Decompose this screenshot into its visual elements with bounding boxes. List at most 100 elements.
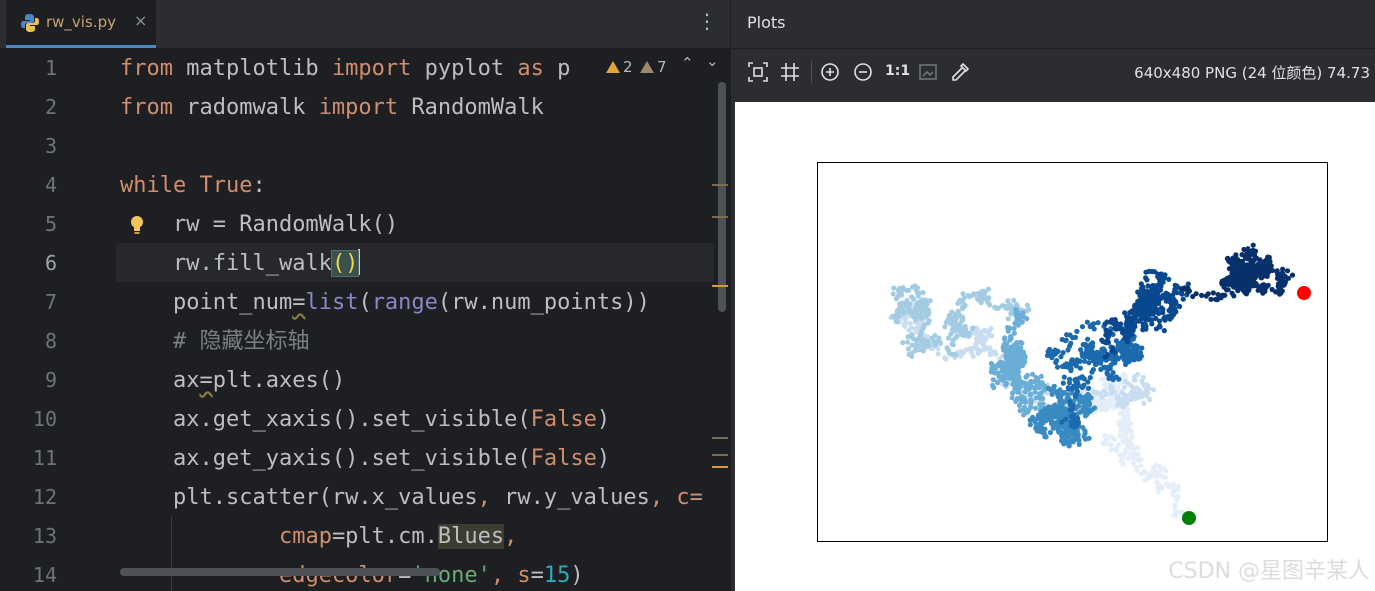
code-line-8[interactable]: # 隐藏坐标轴 xyxy=(120,322,310,361)
horizontal-scrollbar[interactable] xyxy=(120,568,440,576)
comma: , xyxy=(477,485,491,510)
code-line-1[interactable]: from matplotlib import pyplot as p xyxy=(120,49,570,88)
close-icon[interactable]: × xyxy=(134,11,147,30)
import-alias: p xyxy=(543,56,571,81)
error-stripe-mark[interactable] xyxy=(712,466,728,468)
more-options-icon[interactable]: ⋮ xyxy=(697,9,717,33)
walk-point xyxy=(935,351,941,357)
kwarg: s xyxy=(517,563,531,588)
zoom-out-icon[interactable] xyxy=(852,61,874,83)
text-caret xyxy=(358,249,361,275)
error-stripe-mark[interactable] xyxy=(712,216,728,218)
plots-toolbar: 1:1 640x480 PNG (24 位颜色) 74.73 xyxy=(731,48,1375,95)
code-text: plt.scatter(rw.x_values xyxy=(172,485,478,510)
code-text: plt.axes() xyxy=(212,368,346,393)
code-line-6[interactable]: rw.fill_walk() xyxy=(120,244,361,283)
walk-point xyxy=(1129,342,1135,348)
previous-problem-icon[interactable]: ⌃ xyxy=(681,54,694,72)
keyword-as: as xyxy=(517,56,544,81)
walk-point xyxy=(1085,336,1091,342)
walk-point xyxy=(1063,416,1069,422)
walk-point xyxy=(1138,471,1144,477)
code-editor[interactable]: rw_vis.py × ⋮ 1 2 3 4 5 6 7 8 9 10 11 12 13 14 from m… xyxy=(0,0,730,591)
walk-point xyxy=(1055,412,1061,418)
plot-image[interactable]: CSDN @星图辛某人 xyxy=(735,102,1375,591)
code-line-12[interactable]: plt.scatter(rw.x_values, rw.y_values, c= xyxy=(120,478,703,517)
walk-point xyxy=(1158,295,1164,301)
walk-point xyxy=(1182,285,1188,291)
weak-warning-icon xyxy=(640,61,654,73)
code-line-13[interactable]: cmap=plt.cm.Blues, xyxy=(120,517,517,556)
tab-rw-vis[interactable]: rw_vis.py × xyxy=(6,0,156,48)
error-stripe-mark[interactable] xyxy=(712,184,728,186)
walk-point xyxy=(1249,251,1255,257)
code-line-11[interactable]: ax.get_yaxis().set_visible(False) xyxy=(120,439,610,478)
walk-point xyxy=(1268,263,1274,269)
walk-point xyxy=(967,346,973,352)
walk-point xyxy=(1009,395,1015,401)
walk-point xyxy=(1139,345,1145,351)
walk-point xyxy=(1077,358,1083,364)
walk-point xyxy=(1179,291,1185,297)
kwarg: c= xyxy=(676,485,703,510)
random-walk-scatter xyxy=(888,242,1311,525)
code-text: (rw.num_points)) xyxy=(437,290,650,315)
paren: ) xyxy=(570,563,584,588)
next-problem-icon[interactable]: ⌄ xyxy=(706,52,719,70)
walk-point xyxy=(1123,344,1129,350)
code-line-4[interactable]: while True: xyxy=(120,166,266,205)
walk-point xyxy=(920,290,926,296)
walk-point xyxy=(1007,375,1013,381)
walk-point xyxy=(1138,303,1144,309)
walk-point xyxy=(1239,252,1245,258)
walk-point xyxy=(1081,434,1087,440)
walk-point xyxy=(1141,400,1147,406)
walk-point xyxy=(1120,330,1126,336)
background-icon[interactable] xyxy=(917,61,939,83)
walk-point xyxy=(1241,246,1247,253)
warnings-counter[interactable]: 2 xyxy=(604,56,633,78)
highlighted-reference: Blues xyxy=(437,524,505,549)
walk-point xyxy=(1249,265,1255,271)
walk-point xyxy=(1135,445,1141,451)
actual-size-button[interactable]: 1:1 xyxy=(885,63,910,79)
walk-point xyxy=(966,333,972,339)
vertical-scrollbar[interactable] xyxy=(718,82,726,312)
walk-point xyxy=(1159,466,1165,472)
walk-point xyxy=(1021,412,1027,418)
walk-point xyxy=(915,293,921,299)
code-line-9[interactable]: ax=plt.axes() xyxy=(120,361,345,400)
code-line-5[interactable]: rw = RandomWalk() xyxy=(120,205,398,244)
matched-parens: () xyxy=(330,250,360,277)
walk-point xyxy=(1117,433,1123,439)
weak-warnings-counter[interactable]: 7 xyxy=(640,56,667,78)
python-icon xyxy=(20,13,40,33)
code-line-10[interactable]: ax.get_xaxis().set_visible(False) xyxy=(120,400,610,439)
walk-point xyxy=(1144,277,1150,283)
code-line-7[interactable]: point_num=list(range(rw.num_points)) xyxy=(120,283,650,322)
walk-point xyxy=(1162,474,1168,480)
walk-point xyxy=(1092,405,1098,411)
walk-point xyxy=(890,291,896,297)
code-line-2[interactable]: from radomwalk import RandomWalk xyxy=(120,88,544,127)
walk-point xyxy=(1123,435,1129,441)
error-stripe-mark[interactable] xyxy=(712,285,728,287)
walk-point xyxy=(953,323,959,329)
walk-point xyxy=(1130,460,1136,467)
grid-icon[interactable] xyxy=(779,61,801,83)
walk-point xyxy=(1151,467,1157,473)
zoom-in-icon[interactable] xyxy=(819,61,841,83)
fit-content-icon[interactable] xyxy=(747,61,769,83)
walk-point xyxy=(1115,394,1121,400)
walk-point xyxy=(987,349,993,355)
eyedropper-icon[interactable] xyxy=(949,61,971,83)
comma: , xyxy=(504,524,518,549)
watermark: CSDN @星图辛某人 xyxy=(1168,559,1370,584)
operator-warning: = xyxy=(292,290,306,315)
error-stripe-mark[interactable] xyxy=(712,454,728,456)
error-stripe-mark[interactable] xyxy=(712,437,728,439)
